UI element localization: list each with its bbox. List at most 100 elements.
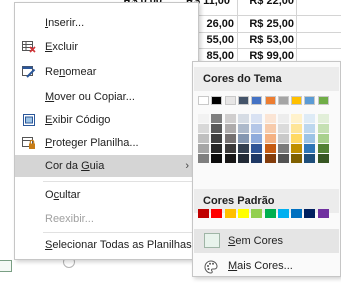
menu-item-cor-da-guia[interactable]: Cor da Guia › xyxy=(15,155,198,177)
theme-shade-swatch[interactable] xyxy=(224,114,236,123)
theme-shade-swatch[interactable] xyxy=(224,154,236,163)
standard-color-swatch[interactable] xyxy=(198,209,209,218)
menu-separator xyxy=(43,181,197,182)
delete-sheet-icon xyxy=(22,40,36,54)
theme-shade-swatch[interactable] xyxy=(251,134,263,143)
theme-shade-swatch[interactable] xyxy=(224,134,236,143)
theme-shade-swatch[interactable] xyxy=(198,134,209,143)
theme-shade-swatch[interactable] xyxy=(211,114,223,123)
standard-color-swatch[interactable] xyxy=(211,209,223,218)
menu-item-label: Cor da Guia xyxy=(45,160,105,172)
theme-shade-swatch[interactable] xyxy=(211,124,223,133)
theme-shade-swatch[interactable] xyxy=(304,134,316,143)
theme-shade-swatch[interactable] xyxy=(224,124,236,133)
theme-shade-swatch[interactable] xyxy=(277,144,289,153)
theme-shade-swatch[interactable] xyxy=(317,154,329,163)
theme-color-swatch[interactable] xyxy=(277,96,289,105)
menu-item-selecionar-todas[interactable]: Selecionar Todas as Planilhas xyxy=(15,234,198,256)
theme-shade-swatch[interactable] xyxy=(277,114,289,123)
theme-shade-swatch[interactable] xyxy=(291,124,303,133)
theme-color-swatch[interactable] xyxy=(224,96,236,105)
theme-shade-swatch[interactable] xyxy=(264,124,276,133)
menu-item-label: Exibir Código xyxy=(45,114,111,126)
menu-item-exibir-codigo[interactable]: Exibir Código xyxy=(15,109,198,131)
theme-shade-swatch[interactable] xyxy=(224,144,236,153)
theme-shade-swatch[interactable] xyxy=(264,144,276,153)
no-color-option[interactable]: Sem Cores xyxy=(194,229,339,253)
sheet-tab-context-menu: Inserir... Excluir Renomear Mover ou Cop… xyxy=(14,2,199,260)
menu-item-mover-ou-copiar[interactable]: Mover ou Copiar... xyxy=(15,86,198,108)
menu-item-inserir[interactable]: Inserir... xyxy=(15,12,198,34)
theme-color-swatch[interactable] xyxy=(291,96,303,105)
theme-shade-swatch[interactable] xyxy=(251,144,263,153)
theme-color-swatch[interactable] xyxy=(317,96,329,105)
theme-shade-swatch[interactable] xyxy=(237,124,249,133)
more-colors-option[interactable]: Mais Cores... xyxy=(194,254,339,278)
sheet-cell[interactable]: 55,00 xyxy=(196,32,234,48)
theme-shade-swatch[interactable] xyxy=(304,154,316,163)
standard-color-swatch[interactable] xyxy=(291,209,303,218)
theme-shade-swatch[interactable] xyxy=(237,154,249,163)
menu-item-label: Inserir... xyxy=(45,17,85,29)
theme-color-swatch[interactable] xyxy=(304,96,316,105)
theme-shade-swatch[interactable] xyxy=(198,114,209,123)
menu-item-excluir[interactable]: Excluir xyxy=(15,36,198,58)
theme-color-swatch[interactable] xyxy=(264,96,276,105)
sheet-tab-area xyxy=(0,258,14,275)
theme-shade-swatch[interactable] xyxy=(264,134,276,143)
theme-shade-swatch[interactable] xyxy=(277,154,289,163)
theme-shade-swatch[interactable] xyxy=(237,114,249,123)
theme-color-swatch[interactable] xyxy=(211,96,223,105)
standard-color-swatch[interactable] xyxy=(317,209,329,218)
theme-shade-swatch[interactable] xyxy=(277,134,289,143)
theme-shade-swatch[interactable] xyxy=(211,134,223,143)
theme-shade-swatch[interactable] xyxy=(291,114,303,123)
standard-color-swatch[interactable] xyxy=(251,209,263,218)
theme-shade-swatch[interactable] xyxy=(291,154,303,163)
menu-item-label: Renomear xyxy=(45,66,97,78)
rename-icon xyxy=(22,65,36,79)
standard-color-swatch[interactable] xyxy=(264,209,276,218)
sheet-cell[interactable]: R$ 22,00 xyxy=(240,0,294,9)
theme-shade-swatch[interactable] xyxy=(264,114,276,123)
theme-color-swatch[interactable] xyxy=(251,96,263,105)
view-code-icon xyxy=(22,113,36,127)
no-color-label: Sem Cores xyxy=(228,235,284,247)
theme-shade-swatch[interactable] xyxy=(251,114,263,123)
theme-shade-swatch[interactable] xyxy=(304,114,316,123)
theme-shade-swatch[interactable] xyxy=(317,124,329,133)
theme-shade-swatch[interactable] xyxy=(198,144,209,153)
sheet-cell[interactable]: R$ 53,00 xyxy=(240,32,294,48)
theme-shade-swatch[interactable] xyxy=(198,124,209,133)
theme-shade-swatch[interactable] xyxy=(237,144,249,153)
theme-color-swatch[interactable] xyxy=(237,96,249,105)
standard-color-swatch[interactable] xyxy=(237,209,249,218)
theme-shade-swatch[interactable] xyxy=(237,134,249,143)
theme-shade-swatch[interactable] xyxy=(317,144,329,153)
menu-item-proteger-planilha[interactable]: Proteger Planilha... xyxy=(15,132,198,154)
theme-shade-swatch[interactable] xyxy=(251,154,263,163)
no-color-swatch-icon xyxy=(204,233,220,248)
standard-color-swatch[interactable] xyxy=(277,209,289,218)
theme-color-swatch[interactable] xyxy=(198,96,209,105)
theme-shade-swatch[interactable] xyxy=(264,154,276,163)
menu-item-reexibir[interactable]: Reexibir... xyxy=(15,208,198,230)
sheet-cell[interactable]: R$ 25,00 xyxy=(240,16,294,32)
theme-shade-swatch[interactable] xyxy=(317,114,329,123)
theme-shade-swatch[interactable] xyxy=(211,154,223,163)
theme-shade-swatch[interactable] xyxy=(211,144,223,153)
theme-shade-swatch[interactable] xyxy=(251,124,263,133)
sheet-cell[interactable]: 26,00 xyxy=(196,16,234,32)
theme-shade-swatch[interactable] xyxy=(304,124,316,133)
theme-shade-swatch[interactable] xyxy=(277,124,289,133)
theme-shade-swatch[interactable] xyxy=(291,144,303,153)
menu-item-ocultar[interactable]: Ocultar xyxy=(15,184,198,206)
sheet-tab[interactable] xyxy=(0,260,12,272)
standard-color-swatch[interactable] xyxy=(224,209,236,218)
menu-item-renomear[interactable]: Renomear xyxy=(15,61,198,83)
theme-shade-swatch[interactable] xyxy=(317,134,329,143)
standard-color-swatch[interactable] xyxy=(304,209,316,218)
theme-shade-swatch[interactable] xyxy=(291,134,303,143)
theme-shade-swatch[interactable] xyxy=(198,154,209,163)
theme-shade-swatch[interactable] xyxy=(304,144,316,153)
